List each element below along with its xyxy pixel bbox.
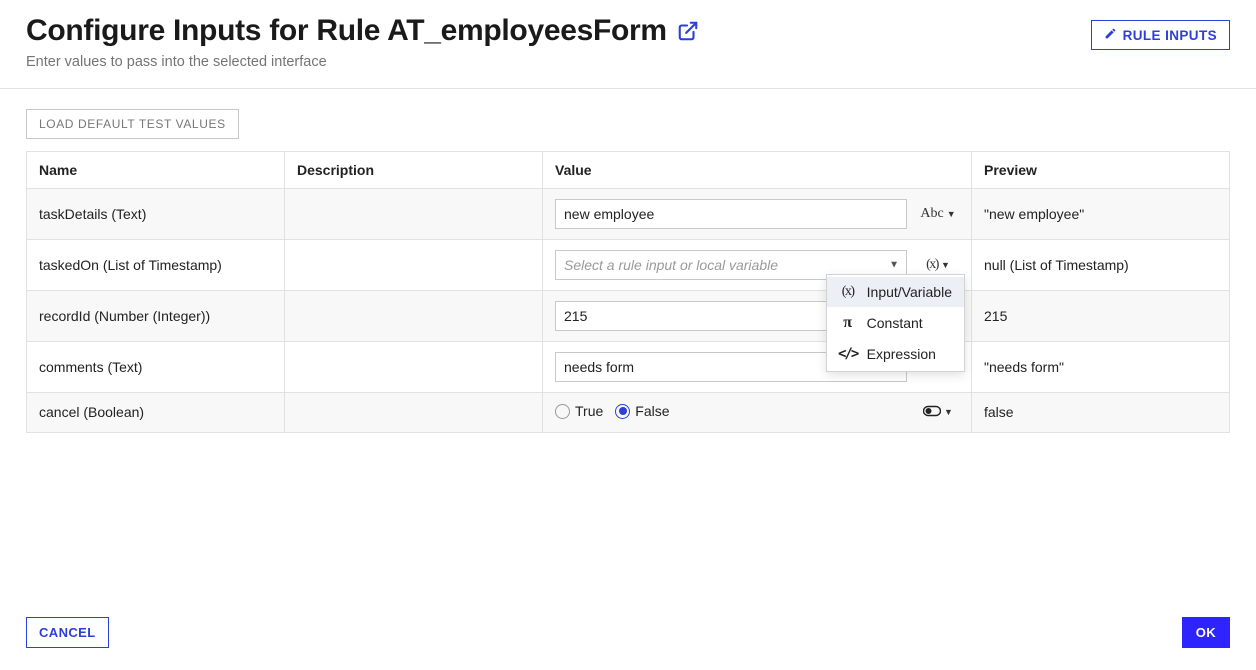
- row-preview: "new employee": [972, 189, 1230, 240]
- load-default-test-values-button[interactable]: LOAD DEFAULT TEST VALUES: [26, 109, 239, 139]
- ok-button[interactable]: OK: [1182, 617, 1230, 648]
- row-preview: 215: [972, 291, 1230, 342]
- rule-inputs-label: RULE INPUTS: [1123, 28, 1217, 43]
- row-preview: false: [972, 393, 1230, 433]
- menu-item-label: Constant: [867, 315, 923, 331]
- variable-type-icon: (x): [926, 257, 938, 273]
- table-row: recordId (Number (Integer)) x▼ 215: [27, 291, 1230, 342]
- menu-item-label: Input/Variable: [867, 284, 952, 300]
- row-name: taskDetails (Text): [27, 189, 285, 240]
- page-header: Configure Inputs for Rule AT_employeesFo…: [0, 0, 1256, 88]
- row-preview: "needs form": [972, 342, 1230, 393]
- inputs-table: Name Description Value Preview taskDetai…: [26, 151, 1230, 433]
- row-preview: null (List of Timestamp): [972, 240, 1230, 291]
- table-row: comments (Text) x▼ "needs form": [27, 342, 1230, 393]
- value-type-menu: (x) Input/Variable π Constant </> Expres…: [826, 274, 965, 372]
- table-row: taskedOn (List of Timestamp) ▼ (x) ▼: [27, 240, 1230, 291]
- radio-false[interactable]: False: [615, 403, 669, 419]
- row-description: [285, 291, 543, 342]
- text-type-icon: Abc: [920, 206, 943, 222]
- row-name: recordId (Number (Integer)): [27, 291, 285, 342]
- page-title: Configure Inputs for Rule AT_employeesFo…: [26, 14, 667, 48]
- value-input-taskdetails[interactable]: [555, 199, 907, 229]
- col-name: Name: [27, 152, 285, 189]
- row-name: comments (Text): [27, 342, 285, 393]
- menu-item-expression[interactable]: </> Expression: [827, 339, 964, 369]
- menu-item-label: Expression: [867, 346, 936, 362]
- row-name: taskedOn (List of Timestamp): [27, 240, 285, 291]
- table-row: taskDetails (Text) Abc ▼ "new employee": [27, 189, 1230, 240]
- row-description: [285, 240, 543, 291]
- content-region: LOAD DEFAULT TEST VALUES Name Descriptio…: [0, 89, 1256, 433]
- constant-type-icon: π: [839, 314, 857, 332]
- menu-item-input-variable[interactable]: (x) Input/Variable: [827, 277, 964, 307]
- radio-icon: [615, 404, 630, 419]
- value-type-picker[interactable]: Abc ▼: [917, 206, 959, 222]
- chevron-down-icon: ▼: [947, 209, 956, 219]
- row-description: [285, 342, 543, 393]
- col-value: Value: [543, 152, 972, 189]
- radio-icon: [555, 404, 570, 419]
- row-description: [285, 393, 543, 433]
- menu-item-constant[interactable]: π Constant: [827, 307, 964, 339]
- cancel-button[interactable]: CANCEL: [26, 617, 109, 648]
- radio-label: True: [575, 403, 603, 419]
- value-type-picker[interactable]: (x) ▼: [917, 257, 959, 273]
- col-preview: Preview: [972, 152, 1230, 189]
- col-description: Description: [285, 152, 543, 189]
- expression-type-icon: </>: [839, 346, 857, 362]
- chevron-down-icon: ▼: [944, 407, 953, 417]
- pencil-icon: [1104, 27, 1117, 43]
- row-description: [285, 189, 543, 240]
- page-subtitle: Enter values to pass into the selected i…: [26, 54, 1230, 70]
- value-type-picker[interactable]: ▼: [917, 404, 959, 420]
- row-name: cancel (Boolean): [27, 393, 285, 433]
- chevron-down-icon: ▼: [941, 260, 950, 270]
- dialog-footer: CANCEL OK: [0, 601, 1256, 670]
- table-row: cancel (Boolean) True: [27, 393, 1230, 433]
- rule-inputs-button[interactable]: RULE INPUTS: [1091, 20, 1230, 50]
- boolean-radio-group: True False: [555, 403, 670, 419]
- radio-label: False: [635, 403, 669, 419]
- radio-true[interactable]: True: [555, 403, 603, 419]
- toggle-type-icon: [923, 404, 941, 420]
- open-external-icon[interactable]: [677, 20, 699, 42]
- variable-type-icon: (x): [839, 284, 857, 300]
